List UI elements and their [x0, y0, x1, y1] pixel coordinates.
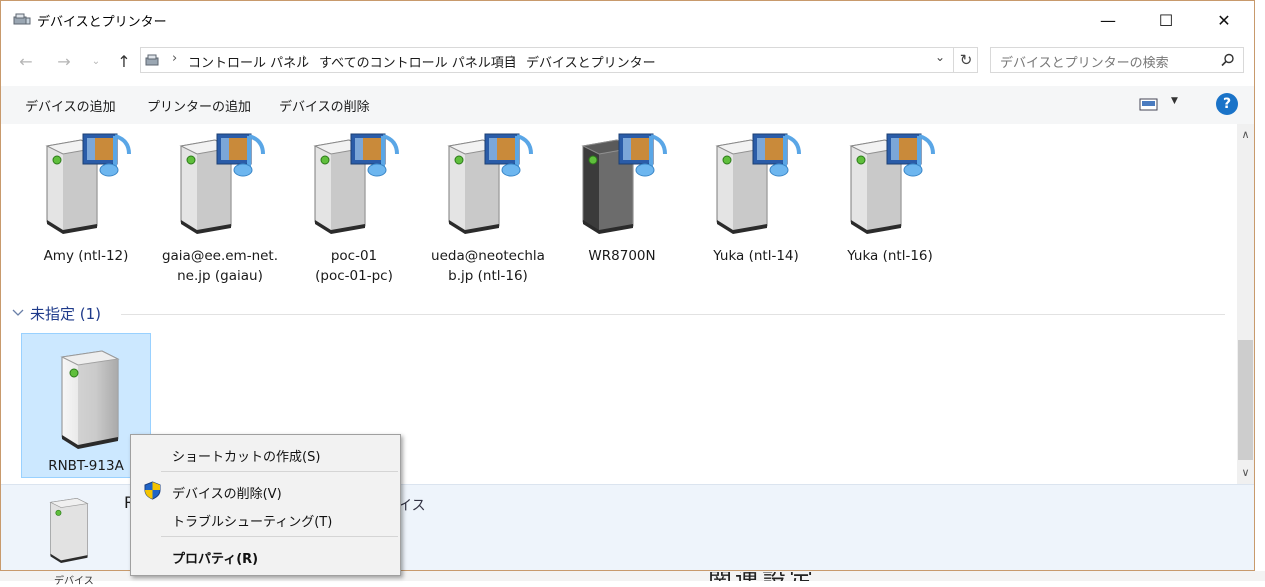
command-bar: デバイスの追加 プリンターの追加 デバイスの削除 ▼ ?	[1, 86, 1254, 125]
refresh-icon[interactable]: ↻	[953, 48, 978, 72]
scroll-down-icon[interactable]: ∨	[1237, 464, 1254, 481]
breadcrumb-all-items[interactable]: すべてのコントロール パネル項目	[319, 52, 517, 71]
menu-item-troubleshoot[interactable]: トラブルシューティング(T)	[172, 511, 332, 530]
forward-arrow-icon[interactable]: →	[53, 51, 75, 73]
media-server-icon	[715, 133, 801, 234]
media-server-icon	[45, 133, 131, 234]
back-arrow-icon[interactable]: ←	[15, 51, 37, 73]
devices-printers-icon	[13, 13, 31, 25]
media-server-icon	[447, 133, 533, 234]
device-item[interactable]: poc-01 (poc-01-pc)	[290, 128, 418, 286]
device-label: ueda@neotechla b.jp (ntl-16)	[424, 246, 552, 286]
add-device-button[interactable]: デバイスの追加	[25, 96, 116, 115]
background-devices-text: デバイス	[54, 576, 94, 587]
menu-separator	[161, 536, 398, 537]
view-options-dropdown-icon[interactable]: ▼	[1171, 96, 1178, 106]
device-label-line: Yuka (ntl-14)	[713, 248, 799, 264]
breadcrumb-control-panel[interactable]: コントロール パネル	[188, 52, 309, 71]
navigation-bar: ← → ⌄ ↑ › コントロール パネル › すべてのコントロール パネル項目 …	[1, 45, 1254, 77]
device-label: poc-01 (poc-01-pc)	[290, 246, 418, 286]
device-label-line: WR8700N	[588, 248, 656, 264]
device-item[interactable]: WR8700N	[558, 128, 686, 266]
search-input[interactable]: デバイスとプリンターの検索	[990, 47, 1244, 73]
recent-locations-icon[interactable]: ⌄	[85, 51, 107, 73]
device-label: WR8700N	[558, 246, 686, 266]
device-item[interactable]: ueda@neotechla b.jp (ntl-16)	[424, 128, 552, 286]
device-item[interactable]: Yuka (ntl-16)	[826, 128, 954, 266]
device-label-line: Amy (ntl-12)	[43, 248, 129, 264]
breadcrumb-devices-printers[interactable]: デバイスとプリンター	[526, 52, 656, 71]
device-label-line: gaia@ee.em-net.	[161, 248, 279, 264]
device-label-line: ueda@neotechla	[431, 248, 545, 264]
close-button[interactable]: ✕	[1201, 1, 1247, 39]
context-menu: ショートカットの作成(S) デバイスの削除(V) トラブルシューティング(T) …	[130, 434, 401, 576]
maximize-button[interactable]: ☐	[1143, 1, 1189, 39]
vertical-scrollbar[interactable]: ∧ ∨	[1237, 124, 1254, 484]
device-item[interactable]: Yuka (ntl-14)	[692, 128, 820, 266]
media-server-icon	[179, 133, 265, 234]
remove-device-button[interactable]: デバイスの削除	[279, 96, 370, 115]
location-devices-icon	[145, 54, 159, 66]
change-view-icon[interactable]	[1139, 98, 1159, 112]
address-bar[interactable]: › コントロール パネル › すべてのコントロール パネル項目 › デバイスとプ…	[140, 47, 978, 73]
device-label-line: Yuka (ntl-16)	[847, 248, 933, 264]
device-label: Yuka (ntl-16)	[826, 246, 954, 266]
group-divider	[121, 314, 1225, 315]
menu-item-create-shortcut[interactable]: ショートカットの作成(S)	[172, 446, 320, 465]
menu-item-properties[interactable]: プロパティ(R)	[172, 548, 258, 567]
device-label: Yuka (ntl-14)	[692, 246, 820, 266]
storage-device-icon	[49, 497, 89, 563]
media-router-icon	[581, 133, 667, 234]
device-list: Amy (ntl-12) gaia@ee.em-net. ne.jp (gaiau)…	[1, 124, 1237, 484]
window-title: デバイスとプリンター	[37, 15, 167, 30]
menu-separator	[161, 471, 398, 472]
device-label: Amy (ntl-12)	[22, 246, 150, 266]
device-item[interactable]: Amy (ntl-12)	[22, 128, 150, 266]
title-bar: デバイスとプリンター — ☐ ✕	[1, 1, 1254, 39]
device-label-line: poc-01	[330, 248, 378, 264]
details-category: イス	[398, 498, 426, 514]
breadcrumb-chevron-icon: ›	[510, 51, 516, 66]
breadcrumb-chevron-icon: ›	[302, 51, 308, 66]
uac-shield-icon	[144, 481, 161, 500]
device-label-line: b.jp (ntl-16)	[448, 268, 528, 284]
scroll-up-icon[interactable]: ∧	[1237, 126, 1254, 143]
collapse-chevron-icon[interactable]	[12, 308, 24, 318]
media-server-icon	[849, 133, 935, 234]
device-label-line: ne.jp (gaiau)	[177, 268, 263, 284]
up-arrow-icon[interactable]: ↑	[113, 51, 135, 73]
device-item[interactable]: gaia@ee.em-net. ne.jp (gaiau)	[156, 128, 284, 286]
media-server-icon	[313, 133, 399, 234]
add-printer-button[interactable]: プリンターの追加	[147, 96, 251, 115]
storage-device-icon	[60, 350, 120, 449]
menu-item-remove-device[interactable]: デバイスの削除(V)	[172, 483, 282, 502]
help-button[interactable]: ?	[1216, 93, 1238, 115]
minimize-button[interactable]: —	[1085, 1, 1131, 39]
device-label: gaia@ee.em-net. ne.jp (gaiau)	[156, 246, 284, 286]
breadcrumb-chevron-icon: ›	[172, 51, 178, 66]
device-label-line: (poc-01-pc)	[315, 268, 393, 284]
scroll-thumb[interactable]	[1238, 340, 1253, 460]
search-placeholder: デバイスとプリンターの検索	[1000, 56, 1169, 71]
address-dropdown-icon[interactable]: ⌄	[935, 50, 945, 64]
group-header-unspecified[interactable]: 未指定 (1)	[30, 303, 101, 324]
search-icon[interactable]	[1221, 53, 1235, 67]
background-related-settings-text: 関連設定	[708, 572, 816, 581]
